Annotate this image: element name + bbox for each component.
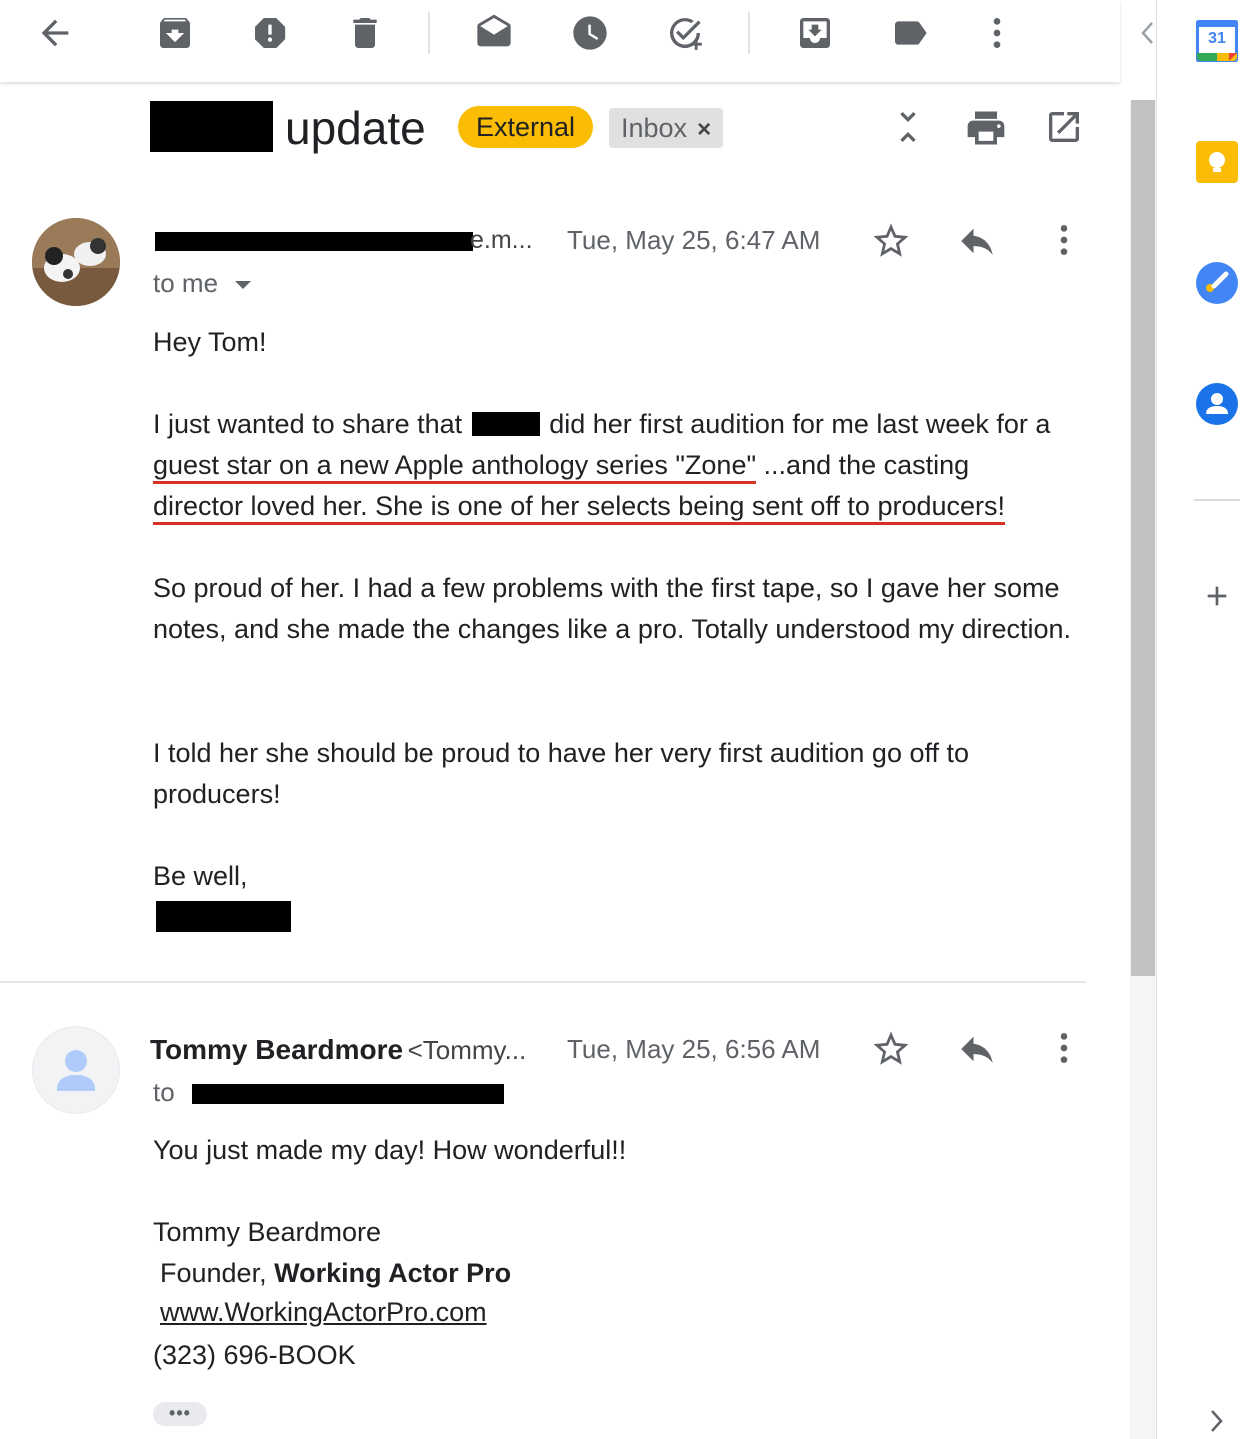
email-paragraph-2: So proud of her. I had a few problems wi… (153, 573, 1072, 644)
recipient-text: to (153, 1077, 175, 1107)
email-closing: Be well, (153, 861, 248, 891)
chevron-right-icon[interactable] (1204, 1406, 1228, 1436)
keep-icon[interactable] (1196, 141, 1238, 183)
p1-text-a: I just wanted to share that (153, 409, 463, 439)
remove-label-icon[interactable]: × (697, 116, 711, 143)
contacts-icon[interactable] (1196, 383, 1238, 425)
paragraph-1-line-2: guest star on a new Apple anthology seri… (153, 445, 1093, 486)
recipient-line[interactable]: to me (153, 268, 252, 299)
message-date: Tue, May 25, 6:47 AM (567, 225, 821, 255)
collapse-all-icon[interactable] (888, 107, 928, 147)
tasks-icon[interactable] (1196, 262, 1238, 304)
more-vert-icon[interactable] (977, 13, 1017, 53)
message-date: Tue, May 25, 6:56 AM (567, 1034, 821, 1064)
calendar-day: 31 (1208, 30, 1226, 47)
inbox-label: Inbox × (609, 108, 724, 148)
signature-title: Founder, Working Actor Pro (160, 1253, 511, 1294)
paragraph-1-line-3: director loved her. She is one of her se… (153, 486, 1093, 527)
signature-name: Tommy Beardmore (153, 1217, 382, 1247)
chevron-left-icon[interactable] (1136, 18, 1160, 48)
calendar-icon[interactable]: 31 (1195, 19, 1239, 63)
paragraph-1-line-1: I just wanted to share that did her firs… (153, 404, 1093, 445)
message-more-icon[interactable] (1044, 1028, 1084, 1068)
p1-text-b: did her first audition for me last week … (549, 409, 1051, 439)
signature-company: Working Actor Pro (274, 1258, 512, 1288)
show-trimmed-content-button[interactable]: ••• (153, 1402, 207, 1426)
message-more-icon[interactable] (1044, 220, 1084, 260)
sender-email-tail: e.m... (470, 226, 533, 254)
email-subject: update (285, 102, 426, 154)
sender-avatar[interactable] (32, 218, 120, 306)
move-to-icon[interactable] (795, 13, 835, 53)
snooze-icon[interactable] (570, 13, 610, 53)
signature-title-prefix: Founder, (160, 1258, 275, 1288)
show-details-dropdown-icon[interactable] (235, 281, 252, 290)
recipient-text: to me (153, 268, 219, 298)
redacted-recipient (192, 1084, 504, 1104)
redacted-actor-name (471, 412, 540, 436)
archive-icon[interactable] (155, 13, 195, 53)
redacted-sender-email (155, 232, 473, 251)
delete-icon[interactable] (345, 13, 385, 53)
sender-line: Tommy Beardmore <Tommy... (150, 1034, 526, 1066)
signature-phone: (323) 696-BOOK (153, 1340, 356, 1370)
sender-avatar-default[interactable] (32, 1026, 120, 1114)
star-icon[interactable] (870, 1028, 912, 1070)
highlighted-line-2: guest star on a new Apple anthology seri… (153, 450, 757, 480)
p1-line-2-rest: ...and the casting (756, 450, 970, 480)
toolbar (0, 0, 1120, 82)
signature-website-link[interactable]: www.WorkingActorPro.com (160, 1292, 487, 1333)
inbox-label-text: Inbox (621, 113, 688, 143)
reply-icon[interactable] (956, 220, 998, 262)
side-panel (1157, 0, 1246, 1439)
label-icon[interactable] (890, 13, 930, 53)
add-task-icon[interactable] (665, 13, 705, 53)
external-label: External (458, 106, 594, 148)
side-panel-divider (1194, 499, 1240, 501)
email-paragraph-1: I just wanted to share that did her firs… (153, 404, 1093, 527)
email-paragraph-3: I told her she should be proud to have h… (153, 738, 970, 809)
redacted-subject-name (150, 101, 273, 152)
sender-name[interactable]: Tommy Beardmore (150, 1034, 403, 1065)
reply-icon[interactable] (956, 1028, 998, 1070)
redacted-signature (156, 901, 291, 932)
email-greeting: Hey Tom! (153, 327, 267, 357)
mark-unread-icon[interactable] (474, 13, 514, 53)
scrollbar-thumb[interactable] (1131, 100, 1155, 976)
print-icon[interactable] (964, 106, 1008, 150)
back-arrow-icon[interactable] (35, 13, 75, 53)
star-icon[interactable] (870, 220, 912, 262)
reply-body: You just made my day! How wonderful!! (153, 1135, 627, 1165)
highlighted-line-3: director loved her. She is one of her se… (153, 491, 1006, 521)
toolbar-divider (748, 12, 750, 54)
open-new-window-icon[interactable] (1044, 107, 1084, 147)
message-divider (0, 981, 1086, 983)
toolbar-divider (428, 12, 430, 54)
add-addon-icon[interactable] (1201, 580, 1233, 612)
sender-email: <Tommy... (407, 1035, 527, 1065)
report-spam-icon[interactable] (250, 13, 290, 53)
